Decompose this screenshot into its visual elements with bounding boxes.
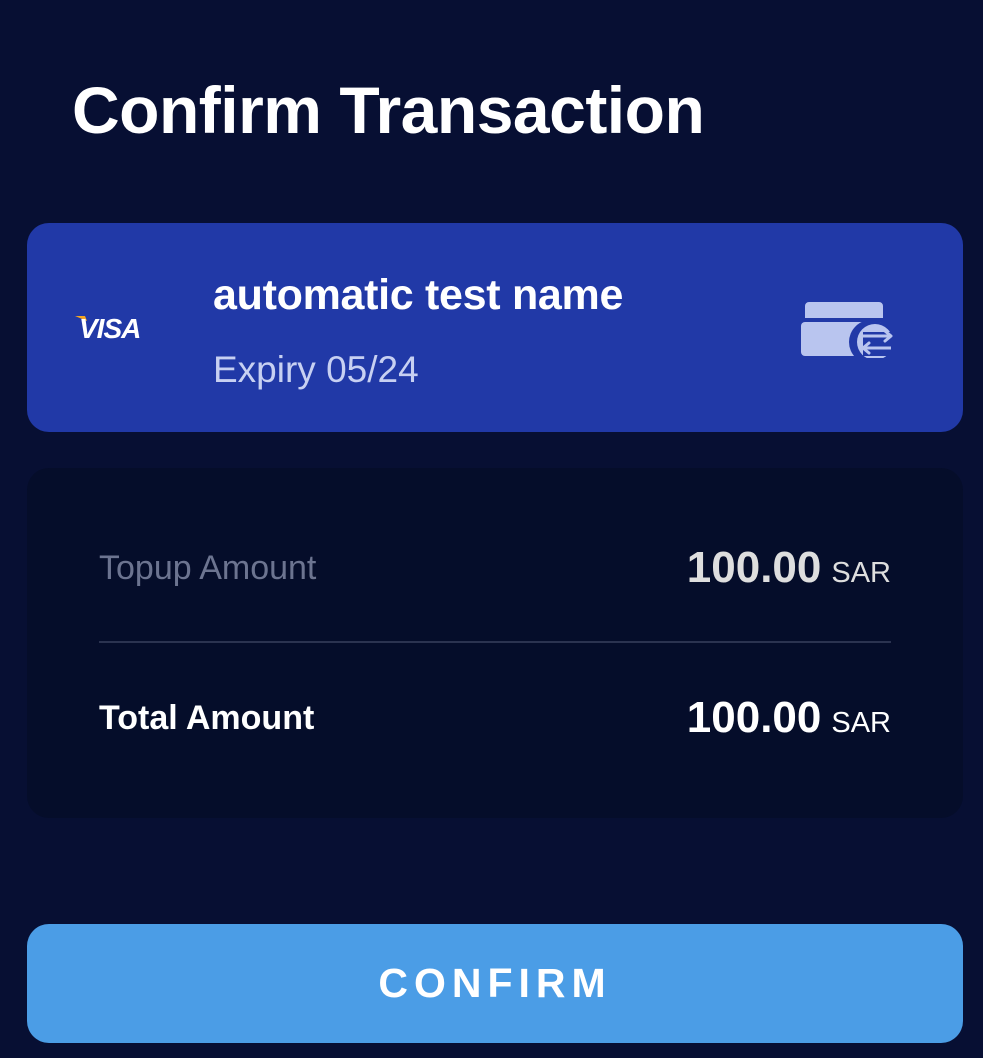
total-amount-row: Total Amount 100.00 SAR — [99, 690, 891, 746]
topup-amount-row: Topup Amount 100.00 SAR — [99, 540, 891, 596]
svg-text:VISA: VISA — [79, 313, 140, 343]
card-swap-icon — [801, 302, 895, 358]
card-holder-name: automatic test name — [213, 271, 624, 319]
selected-card[interactable]: VISA automatic test name Expiry 05/24 — [27, 223, 963, 432]
card-expiry: Expiry 05/24 — [213, 349, 419, 390]
change-card-button[interactable] — [789, 293, 901, 363]
summary-divider — [99, 641, 891, 643]
visa-logo: VISA — [75, 313, 141, 343]
topup-amount-label: Topup Amount — [99, 549, 317, 587]
total-amount-currency: SAR — [831, 707, 891, 739]
page-title: Confirm Transaction — [72, 73, 705, 147]
total-amount-value: 100.00 — [686, 693, 822, 742]
confirm-button[interactable]: CONFIRM — [27, 924, 963, 1043]
topup-amount-value: 100.00 — [686, 543, 822, 592]
topup-amount-currency: SAR — [831, 557, 891, 589]
total-amount: 100.00 SAR — [687, 690, 891, 751]
amount-summary: Topup Amount 100.00 SAR Total Amount 100… — [27, 468, 963, 818]
total-amount-label: Total Amount — [99, 699, 315, 737]
topup-amount: 100.00 SAR — [687, 540, 891, 601]
